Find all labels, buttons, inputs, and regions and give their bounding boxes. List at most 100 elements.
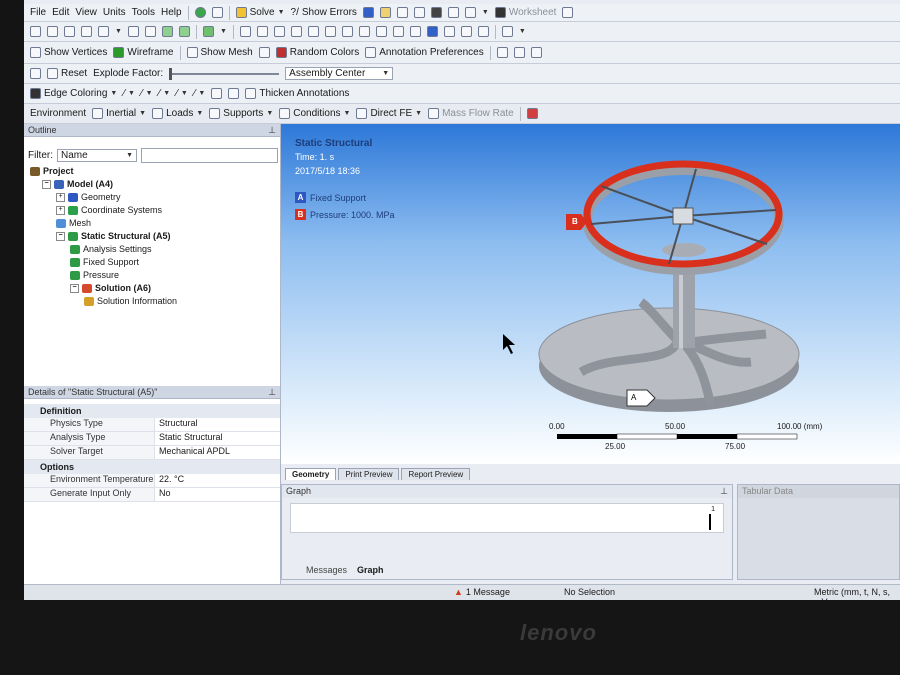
explode-icon[interactable] <box>30 68 41 79</box>
random-colors-button[interactable]: Random Colors <box>275 47 359 58</box>
pin-icon[interactable] <box>211 88 223 99</box>
image-icon[interactable] <box>396 7 408 18</box>
graphics-viewport[interactable]: Static Structural Time: 1. s 2017/5/18 1… <box>281 124 900 464</box>
green-box-icon[interactable] <box>161 26 173 37</box>
filter-input[interactable] <box>141 148 278 163</box>
supports-button[interactable]: Supports ▼ <box>209 108 273 119</box>
menu-units[interactable]: Units <box>103 7 126 18</box>
tab-messages[interactable]: Messages <box>306 565 347 575</box>
loads-button[interactable]: Loads ▼ <box>152 108 203 119</box>
camera-icon[interactable] <box>464 7 476 18</box>
details-row[interactable]: Generate Input Only No <box>24 488 280 502</box>
edge-coloring-button[interactable]: Edge Coloring ▼ <box>30 88 117 99</box>
tree-item[interactable]: Pressure <box>70 270 119 280</box>
copy-icon[interactable] <box>460 26 472 37</box>
direct-fe-button[interactable]: Direct FE ▼ <box>356 108 422 119</box>
iso-view-icon[interactable] <box>409 26 421 37</box>
select-edge-icon[interactable] <box>64 26 75 37</box>
tree-item[interactable]: Analysis Settings <box>70 244 152 254</box>
slider-thumb[interactable] <box>169 67 173 80</box>
thicken-icon[interactable] <box>228 88 240 99</box>
tree-item[interactable]: − Solution (A6) <box>70 283 151 293</box>
edge-style-4[interactable]: ⁄ ▼ <box>176 88 188 99</box>
select-mode-icon[interactable] <box>127 26 139 37</box>
next-view-icon[interactable] <box>392 26 404 37</box>
wand-icon[interactable] <box>477 26 489 37</box>
edge-style-3[interactable]: ⁄ ▼ <box>159 88 171 99</box>
help-pointer-icon[interactable] <box>562 7 574 18</box>
tab-graph[interactable]: Graph <box>357 565 384 575</box>
edge-style-5[interactable]: ⁄ ▼ <box>194 88 206 99</box>
menu-help[interactable]: Help <box>161 7 182 18</box>
tab-geometry[interactable]: Geometry <box>285 468 337 480</box>
zoom-in-icon[interactable] <box>290 26 302 37</box>
flame-icon[interactable] <box>430 7 442 18</box>
definition-section[interactable]: Definition <box>24 404 280 418</box>
dimension-edge-icon[interactable] <box>530 47 542 58</box>
cube-icon[interactable] <box>202 26 214 37</box>
menu-edit[interactable]: Edit <box>52 7 69 18</box>
green-box-icon[interactable] <box>178 26 190 37</box>
solve-button[interactable]: Solve ▼ <box>235 7 285 18</box>
details-row[interactable]: Analysis Type Static Structural <box>24 432 280 446</box>
select-face-icon[interactable] <box>81 26 92 37</box>
zoom-box-icon[interactable] <box>307 26 319 37</box>
check-icon[interactable] <box>194 7 206 18</box>
show-errors-button[interactable]: ?/Show Errors <box>291 7 357 18</box>
thicken-annotations-button[interactable]: Thicken Annotations <box>245 88 349 99</box>
rotate-icon[interactable] <box>239 26 251 37</box>
zoom-icon[interactable] <box>273 26 285 37</box>
previous-view-icon[interactable] <box>375 26 387 37</box>
tree-item[interactable]: Solution Information <box>84 296 177 306</box>
pan-icon[interactable] <box>256 26 268 37</box>
report-icon[interactable] <box>413 7 425 18</box>
window-icon[interactable] <box>443 26 455 37</box>
options-section[interactable]: Options <box>24 460 280 474</box>
mass-flow-rate-button[interactable]: Mass Flow Rate <box>428 108 514 119</box>
inertial-button[interactable]: Inertial ▼ <box>92 108 146 119</box>
menu-file[interactable]: File <box>30 7 46 18</box>
tree-item[interactable]: Fixed Support <box>70 257 139 267</box>
magnifier-icon[interactable] <box>341 26 353 37</box>
magnifier-plus-icon[interactable] <box>358 26 370 37</box>
expand-toggle-icon[interactable]: − <box>42 179 51 189</box>
select-vertex-icon[interactable] <box>47 26 58 37</box>
worksheet-button[interactable]: Worksheet <box>494 7 556 18</box>
menu-view[interactable]: View <box>75 7 97 18</box>
dimension-icon[interactable] <box>496 47 508 58</box>
tree-item[interactable]: Project <box>30 166 74 176</box>
details-row[interactable]: Physics Type Structural <box>24 418 280 432</box>
reset-button[interactable]: Reset <box>47 68 87 79</box>
details-row[interactable]: Solver Target Mechanical APDL <box>24 446 280 460</box>
explode-factor-slider[interactable] <box>169 67 280 80</box>
folder-icon[interactable] <box>379 7 391 18</box>
details-row[interactable]: Environment Temperature 22. °C <box>24 474 280 488</box>
conditions-button[interactable]: Conditions ▼ <box>279 108 350 119</box>
pin-icon[interactable]: ⊥ <box>268 386 276 399</box>
star-icon[interactable] <box>258 47 270 58</box>
wireframe-button[interactable]: Wireframe <box>113 47 174 58</box>
text-icon[interactable] <box>447 7 459 18</box>
tree-item[interactable]: Mesh <box>56 218 91 228</box>
tree-item[interactable]: + Geometry <box>56 192 121 202</box>
select-point-icon[interactable] <box>30 26 41 37</box>
dimension-vertical-icon[interactable] <box>513 47 525 58</box>
table-icon[interactable] <box>362 7 374 18</box>
expand-toggle-icon[interactable]: + <box>56 205 65 215</box>
assembly-center-select[interactable]: Assembly Center ▼ <box>285 67 394 80</box>
edge-style-1[interactable]: ⁄ ▼ <box>123 88 135 99</box>
tree-item[interactable]: − Model (A4) <box>42 179 113 189</box>
expand-toggle-icon[interactable]: + <box>56 192 65 202</box>
viewport-icon[interactable] <box>501 26 513 37</box>
pin-icon[interactable]: ⊥ <box>720 485 728 498</box>
expand-toggle-icon[interactable]: − <box>56 231 65 241</box>
show-vertices-button[interactable]: Show Vertices <box>30 47 107 58</box>
zoom-fit-icon[interactable] <box>324 26 336 37</box>
filter-select[interactable]: Name ▼ <box>57 149 137 162</box>
blue-cube-icon[interactable] <box>426 26 438 37</box>
expand-toggle-icon[interactable]: − <box>70 283 79 293</box>
tab-report-preview[interactable]: Report Preview <box>401 468 471 480</box>
edge-style-2[interactable]: ⁄ ▼ <box>141 88 153 99</box>
red-report-icon[interactable] <box>526 108 538 119</box>
tab-print-preview[interactable]: Print Preview <box>338 468 400 480</box>
